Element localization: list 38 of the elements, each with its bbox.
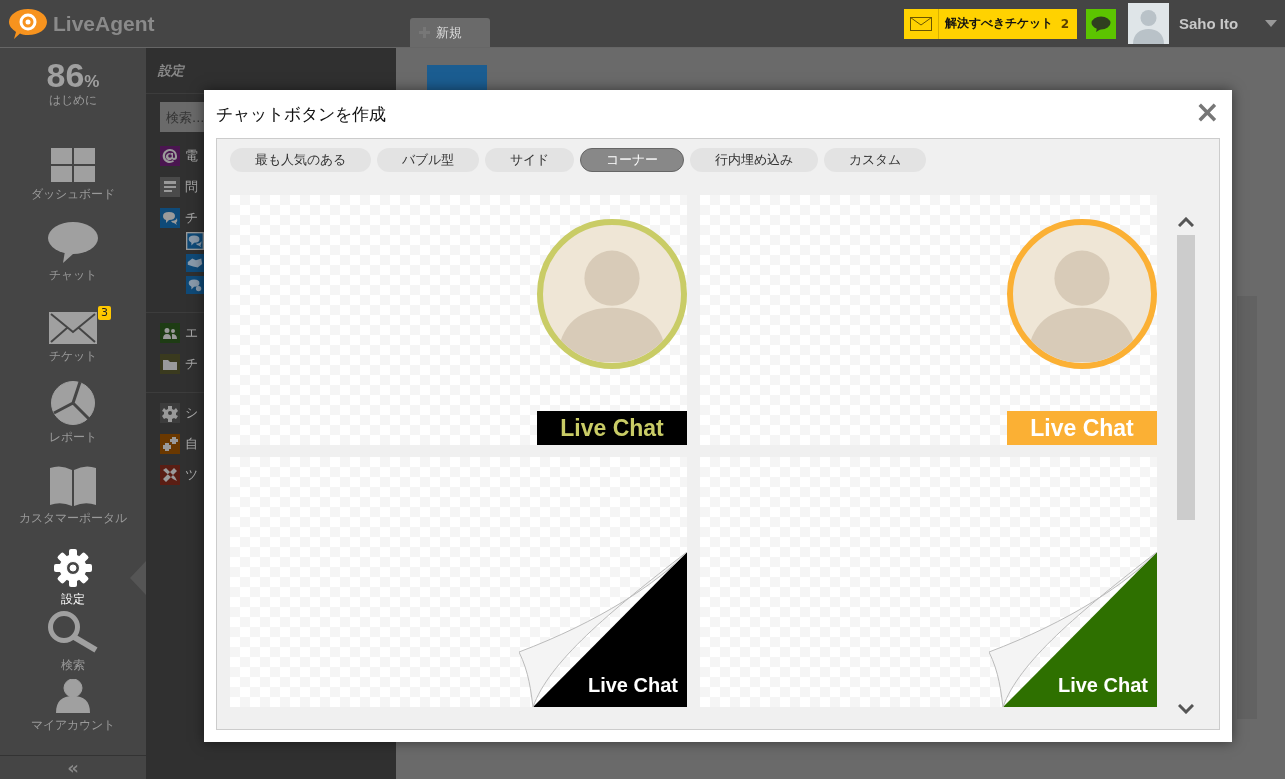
app-name: LiveAgent	[53, 11, 155, 36]
nav-label[interactable]: はじめに	[49, 92, 97, 109]
live-chat-label: Live Chat	[537, 411, 687, 445]
style-tab[interactable]: 行内埋め込み	[690, 148, 818, 172]
user-name[interactable]: Saho Ito	[1179, 15, 1249, 32]
style-tab[interactable]: カスタム	[824, 148, 926, 172]
new-tab[interactable]: 新規	[410, 18, 490, 47]
settings-item[interactable]: チ	[185, 355, 198, 373]
nav-label[interactable]: チャット	[49, 267, 97, 284]
count-badge: 3	[98, 306, 111, 320]
nav-label[interactable]: レポート	[49, 429, 97, 446]
settings-item[interactable]: 自	[185, 435, 198, 453]
nav-label[interactable]: カスタマーポータル	[19, 510, 127, 527]
settings-item[interactable]: ツ	[185, 466, 198, 484]
chat-button-preview[interactable]: Live Chat	[230, 195, 687, 445]
live-chat-label: Live Chat	[1007, 411, 1157, 445]
close-button[interactable]: ×	[1194, 97, 1220, 131]
style-tab[interactable]: バブル型	[377, 148, 479, 172]
live-chat-label: Live Chat	[1057, 674, 1148, 697]
settings-item[interactable]: チ	[185, 209, 198, 227]
nav-label[interactable]: チケット	[49, 348, 97, 365]
nav-label[interactable]: 検索	[61, 657, 85, 674]
settings-item[interactable]: シ	[185, 404, 198, 422]
chat-button-preview[interactable]: Live Chat	[230, 457, 687, 707]
settings-item[interactable]: エ	[185, 324, 198, 342]
nav-label[interactable]: マイアカウント	[31, 717, 115, 734]
style-tab[interactable]: 最も人気のある	[230, 148, 371, 172]
dialog-title: チャットボタンを作成	[216, 102, 386, 126]
nav-label[interactable]: 設定	[61, 591, 85, 608]
live-chat-label: Live Chat	[587, 674, 678, 697]
chat-button-preview[interactable]: Live Chat	[700, 457, 1157, 707]
progress-percentage[interactable]: 86%	[46, 58, 100, 92]
nav-label[interactable]: ダッシュボード	[31, 186, 115, 203]
style-tab[interactable]: コーナー	[580, 148, 684, 172]
settings-item[interactable]: 問	[185, 178, 198, 196]
settings-item[interactable]: 電	[185, 147, 198, 165]
style-tab[interactable]: サイド	[485, 148, 574, 172]
unresolved-tickets-button[interactable]: 解決すべきチケット 2	[903, 8, 1077, 39]
